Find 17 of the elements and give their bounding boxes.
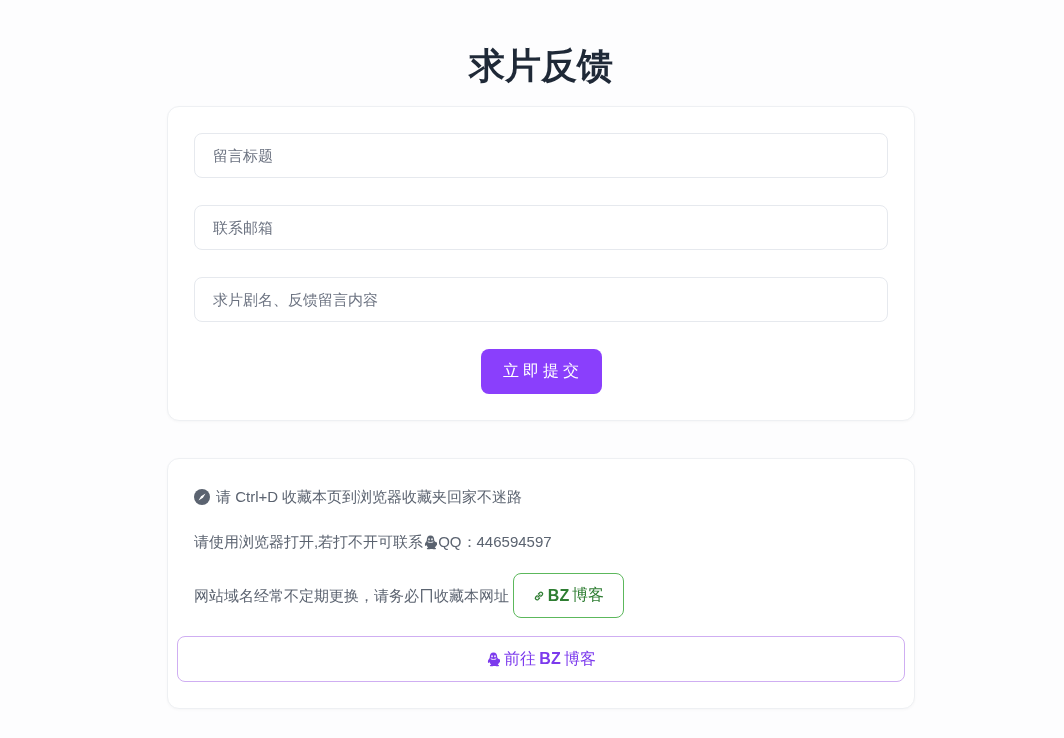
goto-blog-button[interactable]: 前往BZ博客 [177,636,905,682]
bookmark-tip-text: 请 Ctrl+D 收藏本页到浏览器收藏夹回家不迷路 [216,487,523,507]
contact-text: 请使用浏览器打开,若打不开可联系 [194,532,424,552]
input-field[interactable]: 留言标题 [194,133,888,178]
page-title: 求片反馈 [469,44,613,88]
submit-button[interactable]: 立即提交 [480,349,602,394]
penguin-icon [424,534,438,550]
input-field[interactable]: 联系邮箱 [194,205,888,250]
compass-icon [194,489,210,505]
penguin-icon [487,651,501,667]
input-field[interactable]: 求片剧名、反馈留言内容 [194,277,888,322]
square-outline-icon [421,588,432,603]
domain-notice-text: 收藏本网址 [434,585,509,606]
link-icon [532,589,545,602]
domain-notice-text: 网站域名经常不定期更换，请务必 [194,585,419,606]
blog-link-button[interactable]: BZ博客 [513,573,624,618]
qq-number-text: QQ：446594597 [438,532,552,552]
